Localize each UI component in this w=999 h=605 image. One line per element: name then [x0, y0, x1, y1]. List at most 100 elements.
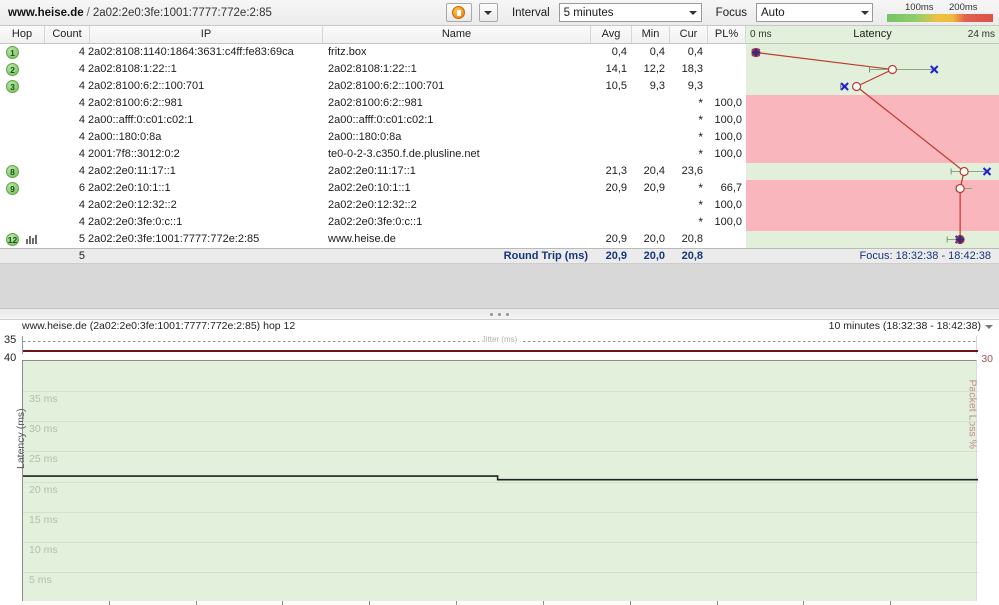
focus-range-text: Focus: 18:32:38 - 18:42:38 — [859, 250, 991, 262]
table-row[interactable]: 4 2a02:2e0:12:32::2 2a02:2e0:12:32::2 * 100,… — [0, 197, 999, 214]
cell-ip: 2a02:8100:6:2::981 — [88, 97, 183, 109]
x-tick — [282, 601, 284, 605]
cell-avg — [591, 214, 627, 231]
cell-avg: 10,5 — [605, 80, 627, 92]
column-header-latency: 0 ms Latency 24 ms — [746, 26, 999, 43]
hop-table-body: 1 4 2a02:8108:1140:1864:3631:c4ff:fe83:69c… — [0, 44, 999, 248]
timeline-range-select[interactable]: 10 minutes (18:32:38 - 18:42:38) — [829, 320, 981, 332]
chevron-down-icon[interactable] — [985, 325, 993, 329]
grip-dot — [490, 312, 493, 316]
table-row[interactable]: 12 5 2a02:2e0:3fe:1001:7777:772e:2:85 www.h… — [0, 231, 999, 248]
gridline — [23, 541, 978, 543]
cell-pl — [708, 61, 742, 78]
cell-avg — [591, 95, 627, 112]
row-latency-band — [746, 61, 999, 78]
x-axis: 18:3318:3418:3518:3618:3718:3818:3918:40… — [22, 601, 978, 605]
column-header-hop[interactable]: Hop — [0, 26, 45, 43]
cell-ip: 2a02:2e0:3fe:1001:7777:772e:2:85 — [88, 233, 260, 245]
pause-button[interactable] — [445, 3, 472, 22]
pause-options-dropdown-button[interactable] — [478, 3, 498, 22]
cell-name: 2a02:2e0:12:32::2 — [328, 199, 417, 211]
row-latency-band — [746, 214, 999, 231]
table-row[interactable]: 4 2a02:8100:6:2::981 2a02:8100:6:2::981 * 10… — [0, 95, 999, 112]
column-header-count[interactable]: Count — [45, 26, 90, 43]
hop-badge[interactable]: 1 — [6, 46, 19, 59]
cell-ip: 2a02:2e0:12:32::2 — [88, 199, 177, 211]
row-latency-band — [746, 44, 999, 61]
bar-chart-icon[interactable] — [26, 235, 37, 244]
cell-count: 4 — [78, 97, 85, 109]
latency-timeline-plot[interactable]: Latency (ms) Packet Loss % 5 ms 10 ms 15 m… — [15, 360, 978, 601]
column-header-min[interactable]: Min — [632, 26, 670, 43]
hop-badge[interactable]: 12 — [6, 233, 19, 246]
cell-min: 0,4 — [649, 46, 665, 58]
cell-pl: 100,0 — [714, 131, 742, 143]
hop-badge[interactable]: 3 — [6, 80, 19, 93]
cell-cur: * — [698, 113, 703, 127]
interval-select[interactable]: 5 minutes — [558, 3, 702, 22]
packetloss-axis-max: 30 — [981, 353, 993, 365]
cell-count: 4 — [78, 131, 85, 143]
panel-splitter[interactable] — [0, 308, 999, 320]
column-header-name[interactable]: Name — [323, 26, 591, 43]
summary-row: 5 Round Trip (ms) 20,9 20,0 20,8 Focus: … — [0, 248, 999, 264]
y-gridline-label: 35 ms — [29, 393, 58, 406]
jitter-label: Jitter (ms) — [478, 335, 521, 344]
legend-tick-200ms: 200ms — [949, 1, 978, 13]
x-tick — [629, 601, 631, 605]
table-row[interactable]: 3 4 2a02:8100:6:2::100:701 2a02:8100:6:2::1… — [0, 78, 999, 95]
jitter-line — [23, 350, 978, 352]
focus-select[interactable]: Auto — [756, 3, 873, 22]
column-header-ip[interactable]: IP — [90, 26, 323, 43]
gridline — [23, 511, 978, 513]
cell-ip: 2a02:8108:1:22::1 — [88, 63, 177, 75]
pause-icon — [452, 6, 466, 19]
timeline-header: www.heise.de (2a02:2e0:3fe:1001:7777:772… — [0, 320, 999, 334]
cell-cur: * — [698, 215, 703, 229]
table-row[interactable]: 2 4 2a02:8108:1:22::1 2a02:8108:1:22::1 14,1… — [0, 61, 999, 78]
row-latency-band — [746, 78, 999, 95]
cell-pl: 100,0 — [714, 148, 742, 160]
row-latency-band — [746, 129, 999, 146]
y-gridline-label: 5 ms — [29, 573, 52, 586]
table-row[interactable]: 1 4 2a02:8108:1140:1864:3631:c4ff:fe83:69c… — [0, 44, 999, 61]
x-tick — [890, 601, 892, 605]
row-latency-band — [746, 163, 999, 180]
hop-badge[interactable]: 8 — [6, 165, 19, 178]
column-header-pl[interactable]: PL% — [708, 26, 746, 43]
cell-count: 5 — [78, 233, 85, 245]
cell-name: 2a00::180:0:8a — [328, 131, 402, 143]
hop-badge[interactable]: 2 — [6, 63, 19, 76]
y-gridline-label: 15 ms — [29, 513, 58, 526]
pingplotter-window: www.heise.de/2a02:2e0:3fe:1001:7777:772e… — [0, 0, 999, 605]
latency-min-label: 0 ms — [750, 29, 772, 40]
cell-ip: 2a00::180:0:8a — [88, 131, 162, 143]
cell-cur: 23,6 — [681, 165, 703, 177]
summary-cur: 20,8 — [681, 250, 703, 262]
table-row[interactable]: 9 6 2a02:2e0:10:1::1 2a02:2e0:10:1::1 20,9 20… — [0, 180, 999, 197]
column-header-cur[interactable]: Cur — [670, 26, 708, 43]
focus-label: Focus — [715, 6, 747, 19]
top-toolbar: www.heise.de/2a02:2e0:3fe:1001:7777:772e… — [0, 0, 999, 26]
table-row[interactable]: 4 2a00::180:0:8a 2a00::180:0:8a * 100,0 — [0, 129, 999, 146]
chevron-down-icon — [484, 10, 493, 15]
cell-avg — [591, 112, 627, 129]
y-gridline-label: 25 ms — [29, 453, 58, 466]
column-header-avg[interactable]: Avg — [591, 26, 632, 43]
row-latency-band — [746, 180, 999, 197]
cell-count: 4 — [78, 216, 85, 228]
y-gridline-label: 30 ms — [29, 423, 58, 436]
table-header: Hop Count IP Name Avg Min Cur PL% 0 ms L… — [0, 26, 999, 44]
row-latency-band — [746, 231, 999, 248]
table-row[interactable]: 8 4 2a02:2e0:11:17::1 2a02:2e0:11:17::1 21,3… — [0, 163, 999, 180]
cell-cur: 9,3 — [687, 80, 703, 92]
cell-min — [632, 95, 665, 112]
table-row[interactable]: 4 2a02:2e0:3fe:0:c::1 2a02:2e0:3fe:0:c::1 *… — [0, 214, 999, 231]
title-separator: / — [86, 6, 90, 19]
latency-axis-max: 40 — [4, 352, 17, 364]
hop-badge[interactable]: 9 — [6, 182, 19, 195]
table-row[interactable]: 4 2a00::afff:0:c01:c02:1 2a00::afff:0:c01:… — [0, 112, 999, 129]
cell-cur: * — [698, 181, 703, 195]
x-tick — [542, 601, 544, 605]
table-row[interactable]: 4 2001:7f8::3012:0:2 te0-0-2-3.c350.f.de.p… — [0, 146, 999, 163]
